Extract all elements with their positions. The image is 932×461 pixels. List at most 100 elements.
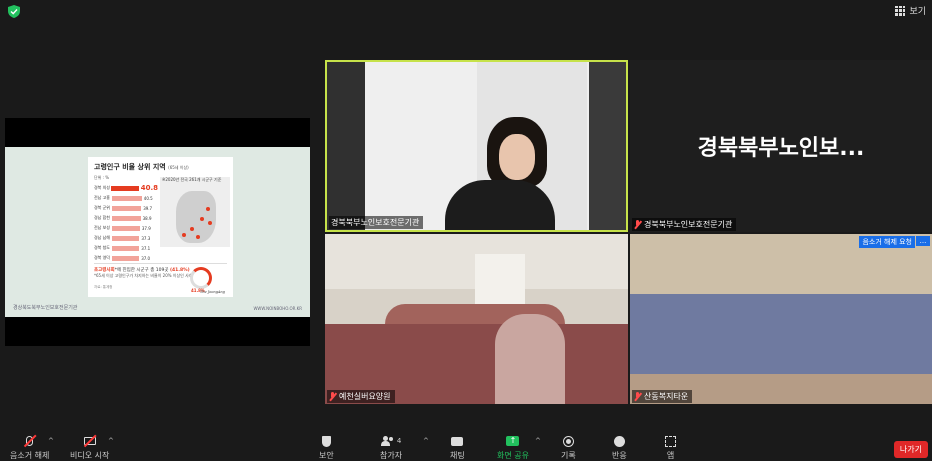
background-blind <box>327 62 365 230</box>
region-bar <box>112 235 140 241</box>
region-bar <box>112 205 142 211</box>
region-row: 경북 청도 37.1 <box>94 243 158 253</box>
start-video-label: 비디오 시작 <box>70 451 110 460</box>
participants-count: 4 <box>396 437 402 445</box>
apps-icon <box>665 435 676 447</box>
audience-member <box>495 314 565 404</box>
region-row: 경북 영덕 37.0 <box>94 253 158 263</box>
region-value: 37.9 <box>141 225 151 231</box>
region-value: 37.3 <box>141 235 151 241</box>
participant-name: 경북북부노인보호전문기관 <box>329 216 424 229</box>
region-label: 경남 합천 <box>94 215 110 220</box>
region-value: 39.7 <box>143 205 153 211</box>
region-value: 37.0 <box>141 255 151 261</box>
mic-muted-icon <box>634 392 642 402</box>
card-divider <box>94 263 227 264</box>
video-tile-name-only[interactable]: 경북북부노인보... 경북북부노인보호전문기관 <box>630 60 932 232</box>
unmute-label: 음소거 해제 <box>10 451 50 460</box>
reactions-label: 반응 <box>612 451 627 460</box>
view-label: 보기 <box>909 7 926 17</box>
region-label: 경북 청도 <box>94 245 110 250</box>
region-row: 전남 보성 37.9 <box>94 223 158 233</box>
record-icon <box>562 435 574 447</box>
participants-options-chevron-icon[interactable]: ^ <box>423 437 429 445</box>
participant-name: 산동복지타운 <box>632 390 693 403</box>
shield-check-icon[interactable] <box>8 5 20 18</box>
participant-name: 예천실버요양원 <box>327 390 395 403</box>
mic-muted-icon <box>329 392 337 402</box>
view-button[interactable]: 보기 <box>895 4 926 17</box>
room-window <box>475 254 525 304</box>
start-video-button[interactable]: 비디오 시작 <box>70 433 109 461</box>
region-row: 경남 합천 38.9 <box>94 213 158 223</box>
video-tile-speaker[interactable]: 경북북부노인보호전문기관 <box>325 60 628 232</box>
map-marker <box>200 217 204 221</box>
map-marker <box>208 221 212 225</box>
apps-button[interactable]: 앱 <box>665 433 676 461</box>
region-label: 경남 남해 <box>94 235 110 240</box>
share-screen-label: 화면 공유 <box>497 451 529 460</box>
region-bar <box>112 245 140 251</box>
region-label: 전남 보성 <box>94 225 110 230</box>
meeting-toolbar: 음소거 해제 ^ 비디오 시작 ^ 보안 4 참가자 ^ 채팅 ↑ 화면 공유 … <box>0 433 932 461</box>
background-blind <box>589 62 626 230</box>
region-bar <box>112 215 141 221</box>
infographic-card: 고령인구 비율 상위 지역 (65세 이상) 단위 : % 경북 의성 40.8 전… <box>88 157 233 297</box>
apps-label: 앱 <box>666 451 675 460</box>
region-value: 40.5 <box>143 195 153 201</box>
region-row: 전남 고흥 40.5 <box>94 193 158 203</box>
region-bar <box>112 255 140 261</box>
footnote-definition: *65세 이상 고령인구가 차지하는 비율이 20% 이상인 사회 <box>94 273 193 278</box>
audio-options-chevron-icon[interactable]: ^ <box>48 437 54 445</box>
presentation-slide: 고령인구 비율 상위 지역 (65세 이상) 단위 : % 경북 의성 40.8 전… <box>5 147 310 317</box>
mic-muted-icon <box>634 220 642 230</box>
region-label: 경북 군위 <box>94 205 110 210</box>
korea-map: ※2020년 전국 261개 시군구 기준 <box>160 177 230 247</box>
security-label: 보안 <box>319 451 334 460</box>
grid-view-icon <box>895 5 906 16</box>
record-label: 기록 <box>561 451 576 460</box>
chat-bubble-icon <box>451 436 464 446</box>
map-marker <box>206 207 210 211</box>
map-marker <box>196 235 200 239</box>
participant-display-name: 경북북부노인보... <box>697 136 865 161</box>
share-screen-button[interactable]: ↑ 화면 공유 <box>497 433 529 461</box>
slide-subtitle: (65세 이상) <box>168 165 189 170</box>
share-screen-icon: ↑ <box>506 436 520 446</box>
chat-label: 채팅 <box>450 451 465 460</box>
map-marker <box>182 233 186 237</box>
unmute-request-badge[interactable]: 음소거 해제 요청 <box>859 236 915 248</box>
slide-title: 고령인구 비율 상위 지역 (65세 이상) <box>94 163 189 171</box>
region-row: 경남 남해 37.3 <box>94 233 158 243</box>
region-value: 37.1 <box>141 245 151 251</box>
share-options-chevron-icon[interactable]: ^ <box>535 437 541 445</box>
more-options-button[interactable]: ... <box>916 236 930 246</box>
participants-button[interactable]: 4 참가자 <box>380 433 402 461</box>
shared-screen[interactable]: 고령인구 비율 상위 지역 (65세 이상) 단위 : % 경북 의성 40.8 전… <box>5 118 310 346</box>
video-tile-nursing-home[interactable]: 예천실버요양원 <box>325 234 628 404</box>
participants-label: 참가자 <box>380 451 403 460</box>
region-rows: 경북 의성 40.8 전남 고흥 40.5 경북 군위 39.7 경남 합천 38.9 전남 보… <box>94 183 158 263</box>
chat-button[interactable]: 채팅 <box>450 433 465 461</box>
speaker-face <box>499 134 535 180</box>
smiley-icon <box>613 435 625 447</box>
video-tile-welfare-town[interactable]: 음소거 해제 요청 ... 산동복지타운 <box>630 234 932 404</box>
participant-name: 경북북부노인보호전문기관 <box>632 218 737 231</box>
unmute-button[interactable]: 음소거 해제 <box>10 433 49 461</box>
reactions-button[interactable]: 반응 <box>612 433 627 461</box>
slide-footer-url: WWW.NOINBOHO.OR.KR <box>253 306 302 311</box>
region-label: 경북 의성 <box>94 185 110 190</box>
unit-label: 단위 : % <box>94 175 110 180</box>
region-row: 경북 의성 40.8 <box>94 183 158 193</box>
region-bar <box>110 185 139 191</box>
leave-button[interactable]: 나가기 <box>893 441 928 458</box>
region-value: 40.8 <box>140 184 158 192</box>
region-label: 경북 영덕 <box>94 255 110 260</box>
security-button[interactable]: 보안 <box>319 433 334 461</box>
source-note: 자료: 통계청 <box>94 285 113 289</box>
top-bar: 보기 <box>0 0 932 24</box>
video-options-chevron-icon[interactable]: ^ <box>108 437 114 445</box>
region-label: 전남 고흥 <box>94 195 110 200</box>
record-button[interactable]: 기록 <box>561 433 576 461</box>
region-row: 경북 군위 39.7 <box>94 203 158 213</box>
